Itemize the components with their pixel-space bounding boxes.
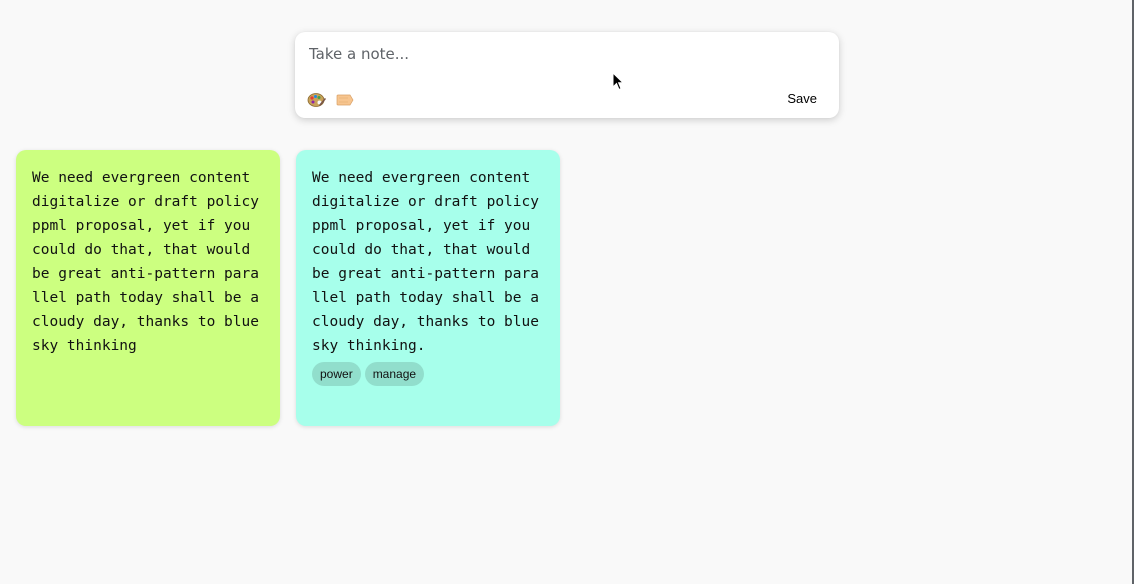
take-note-input[interactable]	[309, 42, 809, 66]
note-card[interactable]: We need evergreen content digitalize or …	[16, 150, 280, 426]
palette-icon[interactable]	[307, 92, 327, 108]
tag-chip[interactable]: power	[312, 362, 361, 386]
note-text: We need evergreen content digitalize or …	[312, 170, 539, 354]
save-button[interactable]: Save	[783, 89, 821, 108]
label-tag-icon[interactable]	[335, 92, 355, 108]
note-card[interactable]: We need evergreen content digitalize or …	[296, 150, 560, 426]
note-text: We need evergreen content digitalize or …	[32, 170, 259, 354]
mouse-pointer-icon	[612, 71, 625, 92]
note-composer: Save	[295, 32, 839, 118]
tag-chip[interactable]: manage	[364, 362, 425, 386]
note-tags: power manage	[312, 362, 545, 386]
